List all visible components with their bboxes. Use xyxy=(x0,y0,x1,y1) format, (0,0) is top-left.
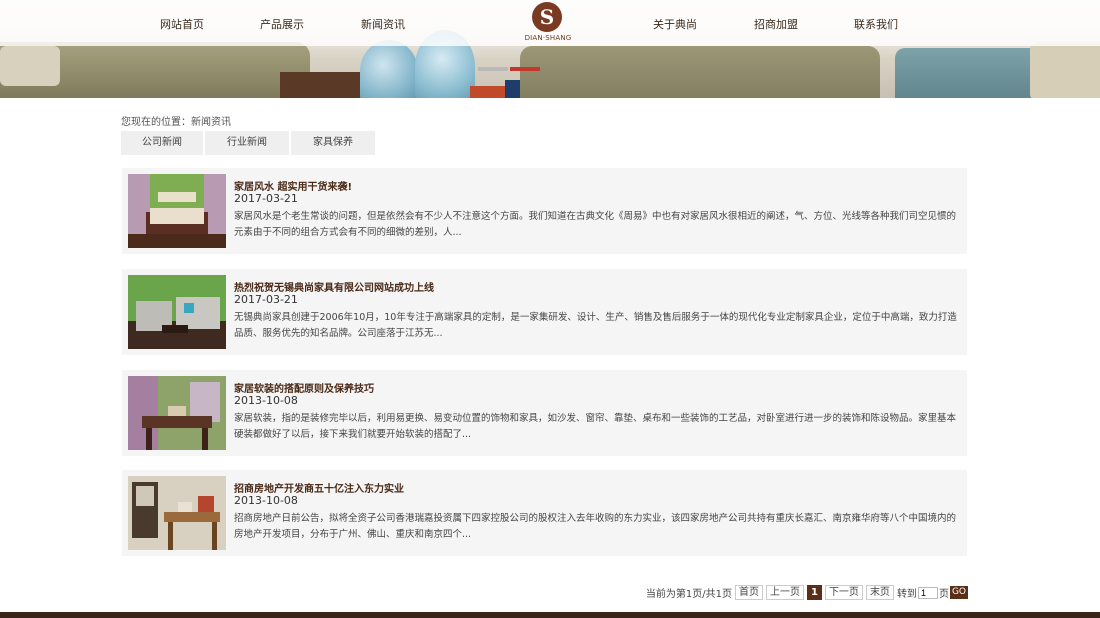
go-button[interactable]: GO xyxy=(949,586,968,599)
news-summary: 无锡典尚家具创建于2006年10月，10年专注于高端家具的定制，是一家集研发、设… xyxy=(234,312,957,339)
current-page[interactable]: 1 xyxy=(806,585,822,600)
news-date: 2013-10-08 xyxy=(234,494,298,507)
news-title[interactable]: 家居风水 超实用干货来袭! xyxy=(234,178,352,193)
nav-about[interactable]: 关于典尚 xyxy=(653,16,697,32)
slider-dot[interactable] xyxy=(478,67,508,71)
nav-contact[interactable]: 联系我们 xyxy=(854,16,898,32)
news-category-tabs: 公司新闻 行业新闻 家具保养 xyxy=(121,131,375,155)
tab-industry-news[interactable]: 行业新闻 xyxy=(205,131,289,155)
news-item[interactable]: 热烈祝贺无锡典尚家具有限公司网站成功上线 2017-03-21 无锡典尚家具创建… xyxy=(122,269,967,355)
nav-franchise[interactable]: 招商加盟 xyxy=(754,16,798,32)
news-item[interactable]: 招商房地产开发商五十亿注入东力实业 2013-10-08 招商房地产日前公告，拟… xyxy=(122,470,967,556)
brand-logo[interactable]: S DIAN·SHANG xyxy=(523,2,573,44)
slider-indicators xyxy=(478,67,540,73)
news-thumbnail[interactable] xyxy=(128,174,226,248)
news-title[interactable]: 家居软装的搭配原则及保养技巧 xyxy=(234,380,374,395)
pagination: 当前为第1页/共1页 首页 上一页 1 下一页 末页 转到 页 GO xyxy=(646,585,968,600)
news-thumbnail[interactable] xyxy=(128,376,226,450)
news-title[interactable]: 招商房地产开发商五十亿注入东力实业 xyxy=(234,480,404,495)
nav-news[interactable]: 新闻资讯 xyxy=(361,16,405,32)
news-item[interactable]: 家居风水 超实用干货来袭! 2017-03-21 家居风水是个老生常谈的问题，但… xyxy=(122,168,967,254)
footer-bar xyxy=(0,612,1100,618)
nav-home[interactable]: 网站首页 xyxy=(160,16,204,32)
news-date: 2017-03-21 xyxy=(234,192,298,205)
goto-page-input[interactable] xyxy=(917,586,938,599)
page-info: 当前为第1页/共1页 xyxy=(645,589,732,600)
next-page-button[interactable]: 下一页 xyxy=(824,585,863,600)
banner-sofa xyxy=(520,46,880,98)
banner-pillow xyxy=(1030,42,1100,98)
banner-table xyxy=(280,72,370,98)
goto-label: 转到 xyxy=(896,589,917,600)
banner-cushion xyxy=(0,46,60,86)
news-title[interactable]: 热烈祝贺无锡典尚家具有限公司网站成功上线 xyxy=(234,279,434,294)
slider-dot[interactable] xyxy=(510,67,540,71)
news-date: 2017-03-21 xyxy=(234,293,298,306)
tab-company-news[interactable]: 公司新闻 xyxy=(121,131,203,155)
first-page-button[interactable]: 首页 xyxy=(734,585,763,600)
prev-page-button[interactable]: 上一页 xyxy=(765,585,804,600)
news-summary: 招商房地产日前公告，拟将全资子公司香港瑞嘉投资属下四家控股公司的股权注入去年收购… xyxy=(234,513,957,540)
news-thumbnail[interactable] xyxy=(128,476,226,550)
news-thumbnail[interactable] xyxy=(128,275,226,349)
news-date: 2013-10-08 xyxy=(234,394,298,407)
news-item[interactable]: 家居软装的搭配原则及保养技巧 2013-10-08 家居软装，指的是装修完毕以后… xyxy=(122,370,967,456)
top-nav: 网站首页 产品展示 新闻资讯 S DIAN·SHANG 关于典尚 招商加盟 联系… xyxy=(0,0,1100,46)
hero-banner: 网站首页 产品展示 新闻资讯 S DIAN·SHANG 关于典尚 招商加盟 联系… xyxy=(0,0,1100,98)
news-summary: 家居软装，指的是装修完毕以后，利用易更换、易变动位置的饰物和家具，如沙发、窗帘、… xyxy=(234,413,957,440)
logo-text: DIAN·SHANG xyxy=(524,34,572,42)
page-unit-label: 页 xyxy=(938,589,949,600)
banner-vase xyxy=(360,40,418,98)
nav-products[interactable]: 产品展示 xyxy=(260,16,304,32)
last-page-button[interactable]: 末页 xyxy=(865,585,894,600)
banner-chair xyxy=(895,48,1045,98)
logo-s-icon: S xyxy=(539,5,555,29)
news-summary: 家居风水是个老生常谈的问题，但是依然会有不少人不注意这个方面。我们知道在古典文化… xyxy=(234,211,957,238)
tab-furniture-care[interactable]: 家具保养 xyxy=(291,131,375,155)
breadcrumb: 您现在的位置：新闻资讯 xyxy=(121,117,231,128)
